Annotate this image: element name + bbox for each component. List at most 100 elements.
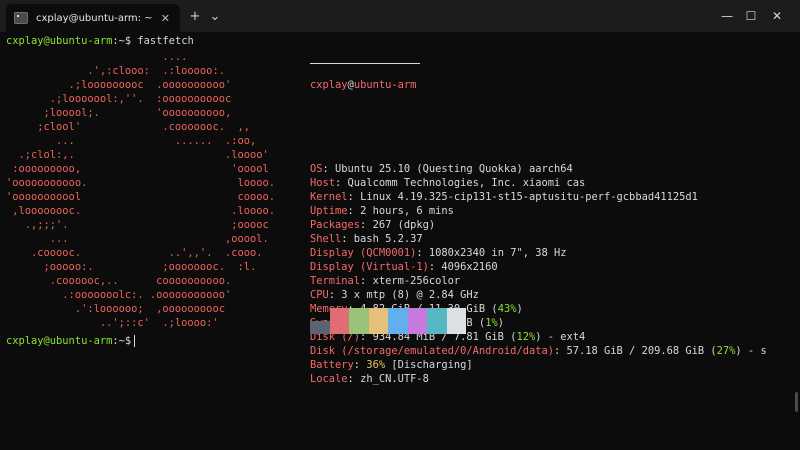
info-key: OS [310,163,323,175]
color-swatch [329,308,349,334]
info-row: Host: Qualcomm Technologies, Inc. xiaomi… [310,176,767,190]
info-row: Locale: zh_CN.UTF-8 [310,372,767,386]
info-value: bash 5.2.37 [353,233,423,245]
info-key: Disk (/storage/emulated/0/Android/data) [310,345,554,357]
info-colon: : [553,345,567,357]
chevron-down-icon[interactable]: ⌄ [204,4,226,28]
info-colon: : [341,233,354,245]
info-value: zh_CN.UTF-8 [360,373,429,385]
ascii-art-line: .coooooc,.. coooooooooo. [6,275,232,287]
info-value: Qualcomm Technologies, Inc. xiaomi cas [347,177,586,189]
info-key: Terminal [310,275,361,287]
info-key: Packages [310,219,361,231]
terminal-tab[interactable]: cxplay@ubuntu-arm: ~ ✕ [6,4,180,32]
terminal-icon [14,12,28,24]
ascii-art-line: ;clool' .cooooooc. ,, [6,121,250,133]
ascii-art-line: ..';::c' .;loooo:' [6,317,219,329]
info-colon: : [347,373,361,385]
ascii-art-line: .,;;;'. ;ooooc [6,219,269,231]
info-colon: : [428,261,442,273]
info-key: Shell [310,233,342,245]
ascii-art-line: .cooooc. ..',,'. .cooo. [6,247,263,259]
info-colon: : [360,219,373,231]
prompt-user: cxplay@ubuntu-arm [6,35,113,47]
ascii-art-line: ;ooooo:. ;oooooooc. :l. [6,261,257,273]
info-pct: 27% [716,345,736,357]
info-colon: : [328,289,342,301]
terminal-area[interactable]: cxplay@ubuntu-arm:~$ fastfetch .... .',:… [0,32,800,450]
ascii-art-line: ;looool;. 'oooooooooo, [6,107,232,119]
info-key: Display (Virtual-1) [310,261,429,273]
close-tab-icon[interactable]: ✕ [161,12,170,25]
color-swatch [310,321,330,334]
info-colon: : [360,275,373,287]
title-bar: cxplay@ubuntu-arm: ~ ✕ + ⌄ — ☐ ✕ [0,0,800,32]
color-swatch [388,308,408,334]
info-value: Linux 4.19.325-cip131-st15-aptusitu-perf… [360,191,698,203]
ascii-art-line: .;looooool:,''. :ooooooooooc [6,93,232,105]
color-palette [310,308,466,334]
scrollbar[interactable] [795,392,798,412]
info-value: 1080x2340 in 7", 38 Hz [428,247,567,259]
info-key: Battery [310,359,354,371]
info-value: Ubuntu 25.10 (Questing Quokka) aarch64 [335,163,573,175]
info-row: Display (QCM0001): 1080x2340 in 7", 38 H… [310,246,767,260]
new-tab-button[interactable]: + [184,4,206,28]
info-key: Locale [310,373,348,385]
color-swatch [368,308,388,334]
info-spacer [310,120,767,134]
info-colon: : [347,205,361,217]
ascii-art-line: ,loooooooc. .loooo. [6,205,275,217]
info-tail: [Discharging] [385,359,473,371]
info-tail: ) [497,317,504,329]
text-cursor [134,335,136,347]
info-value: 267 (dpkg) [372,219,436,231]
system-info: cxplay@ubuntu-arm OS: Ubuntu 25.10 (Ques… [310,50,767,414]
prompt-sep: :~$ [112,35,132,47]
info-key: CPU [310,289,329,301]
info-pct: 1% [485,317,498,329]
info-colon: : [335,177,348,189]
ascii-art-line: 'ooooooooool coooo. [6,191,275,203]
ascii-art-line: 'ooooooooooo. loooo. [6,177,275,189]
user-host: cxplay@ubuntu-arm [310,78,767,92]
info-pct: 43% [497,303,517,315]
info-key: Host [310,177,336,189]
tab-title: cxplay@ubuntu-arm: ~ [36,12,153,24]
ascii-art-line: .:ooooooolc:. .ooooooooooo' [6,289,232,301]
color-swatch [446,308,466,334]
ascii-art-line: .;clol:,. .loooo' [6,149,269,161]
info-colon: : [347,191,361,203]
ascii-art-line: .;looooooooc .oooooooooo' [6,79,232,91]
ascii-art-line: ... ,ooool. [6,233,269,245]
ascii-art-line: .',:clooo: .:looooo:. [6,65,225,77]
info-key: Kernel [310,191,348,203]
command-line: cxplay@ubuntu-arm:~$ fastfetch [6,34,194,48]
close-window-button[interactable]: ✕ [754,0,800,32]
info-row: Shell: bash 5.2.37 [310,232,767,246]
info-row: Uptime: 2 hours, 6 mins [310,204,767,218]
ascii-art-line: :ooooooooo, 'ooool [6,163,269,175]
info-user: cxplay [310,79,348,91]
prompt-user-2: cxplay@ubuntu-arm [6,335,113,347]
ascii-art-line: ... ...... .:oo, [6,135,257,147]
info-host: ubuntu-arm [353,79,417,91]
info-key: Display (QCM0001) [310,247,417,259]
info-tail: ) - s [735,345,767,357]
info-row: Kernel: Linux 4.19.325-cip131-st15-aptus… [310,190,767,204]
info-value: 2 hours, 6 mins [360,205,454,217]
info-value: 57.18 GiB / 209.68 GiB ( [566,345,717,357]
info-pct: 36% [366,359,386,371]
command-text: fastfetch [137,35,194,47]
info-key: Uptime [310,205,348,217]
color-swatch [349,308,369,334]
info-tail: ) - ext4 [535,331,586,343]
color-swatch [427,308,447,334]
info-colon: : [416,247,429,259]
info-tail: ) [516,303,523,315]
prompt-line[interactable]: cxplay@ubuntu-arm:~$ [6,334,136,348]
prompt-sep-2: :~$ [112,335,132,347]
info-row: Display (Virtual-1): 4096x2160 [310,260,767,274]
info-pct: 12% [516,331,536,343]
info-colon: : [322,163,336,175]
